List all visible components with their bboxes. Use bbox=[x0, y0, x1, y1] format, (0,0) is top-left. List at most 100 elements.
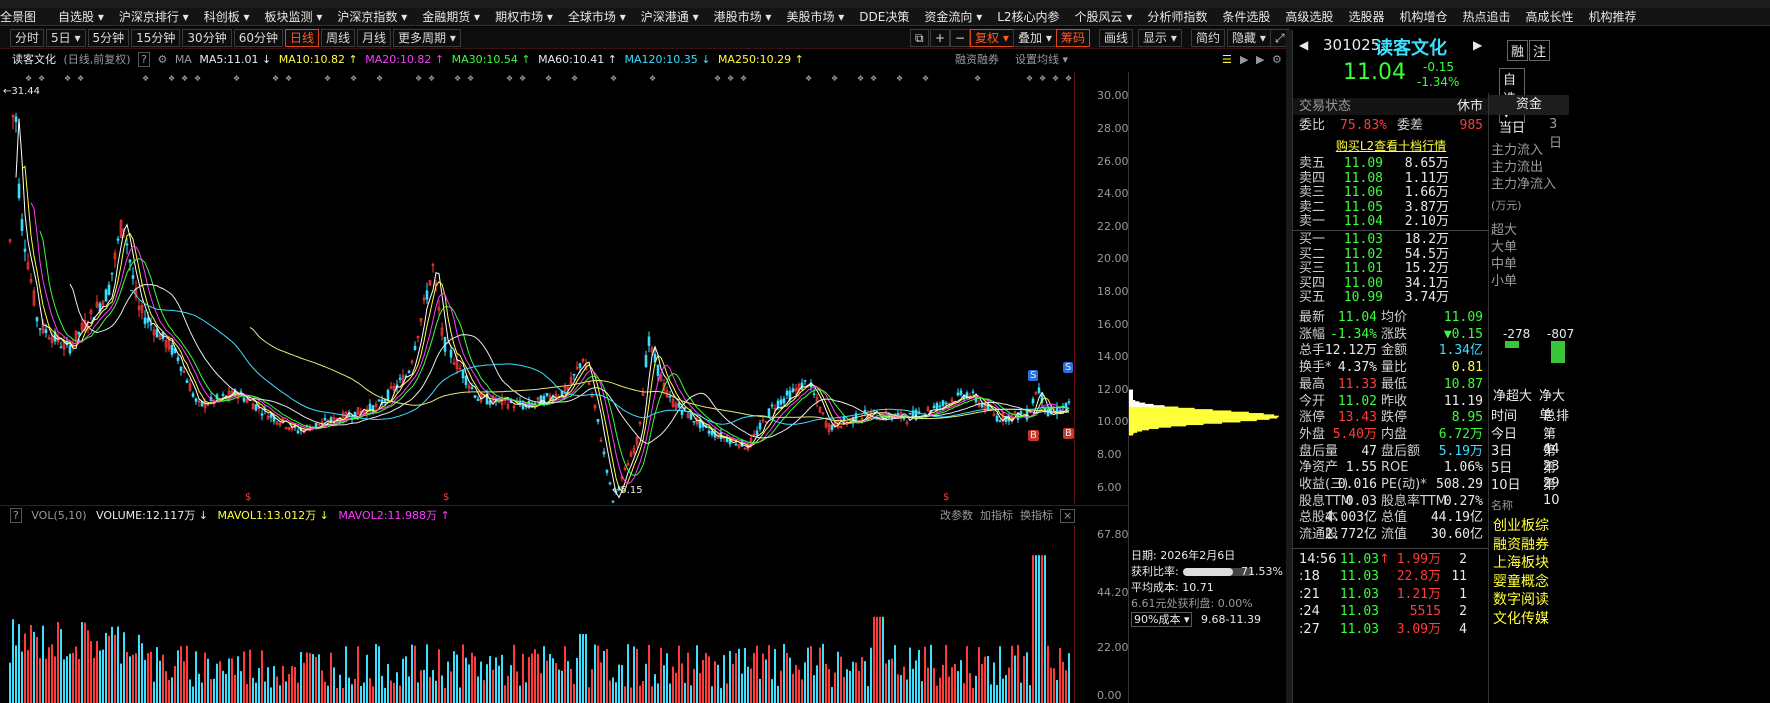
info-mark[interactable]: ❖ bbox=[1052, 74, 1059, 83]
play-icon[interactable]: ▶ bbox=[1256, 50, 1264, 70]
help-icon[interactable]: ? bbox=[10, 508, 22, 523]
kline-chart[interactable] bbox=[8, 72, 1074, 504]
period-tab[interactable]: 更多周期 ▾ bbox=[393, 29, 461, 47]
menu-item[interactable]: 美股市场 ▾ bbox=[786, 8, 844, 25]
minus-icon[interactable]: − bbox=[950, 29, 971, 47]
sector-item[interactable]: 数字阅读 bbox=[1493, 589, 1549, 609]
simple-mode-button[interactable]: 简约 bbox=[1191, 29, 1226, 47]
volume-chart[interactable] bbox=[8, 526, 1074, 703]
event-marker[interactable]: $ bbox=[943, 492, 949, 503]
info-mark[interactable]: ❖ bbox=[415, 74, 422, 83]
menu-item[interactable]: 机构增仓 bbox=[1399, 8, 1447, 25]
menu-item[interactable]: 高级选股 bbox=[1285, 8, 1333, 25]
menu-item[interactable]: 选股器 bbox=[1348, 8, 1384, 25]
fuquan-dropdown[interactable]: 复权 ▾ bbox=[970, 29, 1014, 47]
period-tab[interactable]: 15分钟 bbox=[131, 29, 181, 47]
hide-dropdown[interactable]: 隐藏 ▾ bbox=[1227, 29, 1271, 47]
menu-item[interactable]: 个股风云 ▾ bbox=[1075, 8, 1133, 25]
menu-item[interactable]: 板块监测 ▾ bbox=[265, 8, 323, 25]
info-mark[interactable]: ❖ bbox=[454, 74, 461, 83]
info-mark[interactable]: ❖ bbox=[870, 74, 877, 83]
next-stock-icon[interactable]: ▶ bbox=[1473, 38, 1482, 52]
sector-item[interactable]: 融资融券 bbox=[1493, 534, 1549, 554]
info-mark[interactable]: ❖ bbox=[25, 74, 32, 83]
play-icon[interactable]: ▶ bbox=[1240, 50, 1248, 70]
info-mark[interactable]: ❖ bbox=[610, 74, 617, 83]
info-mark[interactable]: ❖ bbox=[519, 74, 526, 83]
period-tab[interactable]: 日线 bbox=[284, 29, 319, 47]
overlay-dropdown[interactable]: 叠加 ▾ bbox=[1013, 29, 1057, 47]
chips-button[interactable]: 筹码 bbox=[1056, 29, 1091, 47]
menu-item[interactable]: 自选股 ▾ bbox=[58, 8, 104, 25]
info-mark[interactable]: ❖ bbox=[181, 74, 188, 83]
set-ma-dropdown[interactable]: 设置均线 ▾ bbox=[1015, 50, 1068, 70]
help-icon[interactable]: ? bbox=[138, 52, 150, 67]
period-tab[interactable]: 60分钟 bbox=[233, 29, 283, 47]
draw-line-button[interactable]: 画线 bbox=[1099, 29, 1134, 47]
info-mark[interactable]: ❖ bbox=[922, 74, 929, 83]
sector-item[interactable]: 创业板综 bbox=[1493, 515, 1549, 535]
change-params-button[interactable]: 改参数 bbox=[940, 506, 973, 526]
info-mark[interactable]: ❖ bbox=[233, 74, 240, 83]
list-icon[interactable]: ☰ bbox=[1222, 50, 1232, 70]
menu-item[interactable]: 科创板 ▾ bbox=[204, 8, 250, 25]
add-indicator-button[interactable]: 加指标 bbox=[980, 506, 1013, 526]
info-mark[interactable]: ❖ bbox=[506, 74, 513, 83]
note-button[interactable]: 注 bbox=[1529, 40, 1551, 61]
info-mark[interactable]: ❖ bbox=[571, 74, 578, 83]
buy-marker[interactable]: B bbox=[1028, 430, 1039, 441]
menu-item[interactable]: 港股市场 ▾ bbox=[714, 8, 772, 25]
margin-trading-link[interactable]: 融资融券 bbox=[955, 50, 999, 70]
info-mark[interactable]: ❖ bbox=[38, 74, 45, 83]
menu-item[interactable]: 资金流向 ▾ bbox=[924, 8, 982, 25]
menu-item[interactable]: 高成长性 bbox=[1525, 8, 1573, 25]
info-mark[interactable]: ❖ bbox=[805, 74, 812, 83]
menu-item[interactable]: 机构推荐 bbox=[1589, 8, 1637, 25]
info-mark[interactable]: ❖ bbox=[974, 74, 981, 83]
sector-item[interactable]: 上海板块 bbox=[1493, 552, 1549, 572]
menu-item[interactable]: 沪深京指数 ▾ bbox=[337, 8, 407, 25]
buy-marker[interactable]: B bbox=[1063, 428, 1074, 439]
fund-subtab-today[interactable]: 当日 bbox=[1499, 117, 1525, 136]
menu-item[interactable]: 热点追击 bbox=[1462, 8, 1510, 25]
info-mark[interactable]: ❖ bbox=[285, 74, 292, 83]
l2-upgrade-link[interactable]: 购买L2查看十档行情 bbox=[1293, 137, 1489, 154]
menu-item[interactable]: 全景图 bbox=[0, 8, 36, 25]
info-mark[interactable]: ❖ bbox=[1065, 74, 1072, 83]
cost-select-dropdown[interactable]: 90%成本 ▾ bbox=[1131, 612, 1193, 627]
menu-item[interactable]: 分析师指数 bbox=[1147, 8, 1207, 25]
switch-indicator-button[interactable]: 换指标 bbox=[1020, 506, 1053, 526]
sector-item[interactable]: 文化传媒 bbox=[1493, 608, 1549, 628]
fund-tab[interactable]: 资金 bbox=[1489, 95, 1569, 115]
menu-item[interactable]: 沪深京排行 ▾ bbox=[119, 8, 189, 25]
info-mark[interactable]: ❖ bbox=[896, 74, 903, 83]
info-mark[interactable]: ❖ bbox=[545, 74, 552, 83]
margin-tag-button[interactable]: 融 bbox=[1507, 40, 1529, 61]
sell-marker[interactable]: S bbox=[1063, 362, 1074, 373]
settings-gear-icon[interactable]: ⚙ bbox=[157, 53, 167, 66]
menu-item[interactable]: 全球市场 ▾ bbox=[568, 8, 626, 25]
sell-marker[interactable]: S bbox=[1028, 370, 1039, 381]
info-mark[interactable]: ❖ bbox=[194, 74, 201, 83]
menu-item[interactable]: L2核心内参 bbox=[997, 8, 1059, 25]
event-marker[interactable]: $ bbox=[245, 492, 251, 503]
display-dropdown[interactable]: 显示 ▾ bbox=[1138, 29, 1182, 47]
info-mark[interactable]: ❖ bbox=[857, 74, 864, 83]
gear-icon[interactable]: ⚙ bbox=[1272, 50, 1282, 70]
event-marker[interactable]: $ bbox=[443, 492, 449, 503]
period-tab[interactable]: 分时 bbox=[10, 29, 45, 47]
info-mark[interactable]: ❖ bbox=[727, 74, 734, 83]
info-mark[interactable]: ❖ bbox=[740, 74, 747, 83]
info-mark[interactable]: ❖ bbox=[324, 74, 331, 83]
info-mark[interactable]: ❖ bbox=[428, 74, 435, 83]
info-mark[interactable]: ❖ bbox=[350, 74, 357, 83]
info-mark[interactable]: ❖ bbox=[272, 74, 279, 83]
menu-item[interactable]: 条件选股 bbox=[1222, 8, 1270, 25]
menu-item[interactable]: 沪深港通 ▾ bbox=[641, 8, 699, 25]
info-mark[interactable]: ❖ bbox=[831, 74, 838, 83]
info-mark[interactable]: ❖ bbox=[376, 74, 383, 83]
info-mark[interactable]: ❖ bbox=[168, 74, 175, 83]
close-icon[interactable]: × bbox=[1060, 509, 1076, 523]
info-mark[interactable]: ❖ bbox=[142, 74, 149, 83]
info-mark[interactable]: ❖ bbox=[714, 74, 721, 83]
